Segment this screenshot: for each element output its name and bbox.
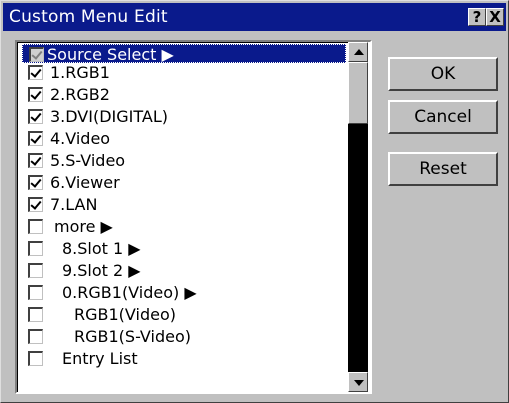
list-item-video[interactable]: 4.Video [22, 129, 346, 148]
list-item-label: 5.S-Video [50, 151, 126, 170]
list-item-dvi-digital[interactable]: 3.DVI(DIGITAL) [22, 107, 346, 126]
list-item-label: 4.Video [50, 129, 111, 148]
arrow-down-icon [354, 380, 364, 386]
list-item-rgb2[interactable]: 2.RGB2 [22, 85, 346, 104]
checkbox-dvi-digital[interactable] [28, 109, 43, 124]
list-item-more[interactable]: more ▶ [22, 217, 346, 236]
list-item-label: 3.DVI(DIGITAL) [50, 107, 168, 126]
list-item-viewer[interactable]: 6.Viewer [22, 173, 346, 192]
list-item-slot-1[interactable]: 8.Slot 1 ▶ [22, 239, 346, 258]
checkbox-source-select[interactable] [29, 47, 44, 62]
checkbox-more[interactable] [28, 219, 43, 234]
list-item-label: more ▶ [54, 217, 113, 236]
scrollbar-thumb[interactable] [348, 62, 368, 124]
list-item-slot-2[interactable]: 9.Slot 2 ▶ [22, 261, 346, 280]
close-button[interactable]: X [486, 8, 504, 26]
list-item-rgb1[interactable]: 1.RGB1 [22, 63, 346, 82]
scroll-down-button[interactable] [348, 372, 368, 392]
list-item-rgb1-video[interactable]: RGB1(Video) [22, 305, 346, 324]
list-item-label: 7.LAN [50, 195, 98, 214]
close-icon: X [489, 8, 501, 26]
list-item-rgb1-s-video[interactable]: RGB1(S-Video) [22, 327, 346, 346]
list-item-label: 9.Slot 2 ▶ [62, 261, 141, 280]
list-item-label: 2.RGB2 [50, 85, 110, 104]
custom-menu-edit-dialog: Custom Menu Edit ? X Source Select ▶ 1.R… [0, 0, 509, 403]
list-item-label: 6.Viewer [50, 173, 120, 192]
list-item-label: Entry List [62, 349, 138, 368]
cancel-button[interactable]: Cancel [388, 100, 498, 134]
checkbox-entry-list[interactable] [28, 351, 43, 366]
checkbox-rgb1-video[interactable] [28, 307, 43, 322]
title-bar[interactable]: Custom Menu Edit ? X [3, 3, 506, 31]
list-item-label: 1.RGB1 [50, 63, 110, 82]
list-item-label: Source Select ▶ [47, 45, 174, 64]
checkbox-viewer[interactable] [28, 175, 43, 190]
list-item-label: RGB1(S-Video) [74, 327, 191, 346]
list-item-label: 8.Slot 1 ▶ [62, 239, 141, 258]
vertical-scrollbar[interactable] [348, 42, 368, 392]
checkbox-lan[interactable] [28, 197, 43, 212]
ok-button[interactable]: OK [388, 57, 498, 91]
checkbox-video[interactable] [28, 131, 43, 146]
list-item-label: RGB1(Video) [74, 305, 176, 324]
help-icon: ? [472, 8, 482, 26]
arrow-up-icon [354, 49, 364, 55]
list-item-lan[interactable]: 7.LAN [22, 195, 346, 214]
menu-items-list: Source Select ▶ 1.RGB1 2.RGB2 3.DVI(DIGI… [17, 42, 348, 392]
checkbox-rgb1-video-submenu[interactable] [28, 285, 43, 300]
checkbox-slot-1[interactable] [28, 241, 43, 256]
checkbox-rgb1[interactable] [28, 65, 43, 80]
checkbox-rgb2[interactable] [28, 87, 43, 102]
checkbox-slot-2[interactable] [28, 263, 43, 278]
list-item-entry-list[interactable]: Entry List [22, 349, 346, 368]
checkbox-rgb1-s-video[interactable] [28, 329, 43, 344]
window-title: Custom Menu Edit [9, 7, 168, 27]
list-item-label: 0.RGB1(Video) ▶ [62, 283, 197, 302]
list-item-s-video[interactable]: 5.S-Video [22, 151, 346, 170]
checkbox-s-video[interactable] [28, 153, 43, 168]
list-item-rgb1-video-submenu[interactable]: 0.RGB1(Video) ▶ [22, 283, 346, 302]
list-item-source-select[interactable]: Source Select ▶ [22, 44, 346, 64]
help-button[interactable]: ? [468, 8, 486, 26]
reset-button[interactable]: Reset [388, 152, 498, 186]
scroll-up-button[interactable] [348, 42, 368, 62]
menu-items-listbox[interactable]: Source Select ▶ 1.RGB1 2.RGB2 3.DVI(DIGI… [15, 40, 372, 394]
